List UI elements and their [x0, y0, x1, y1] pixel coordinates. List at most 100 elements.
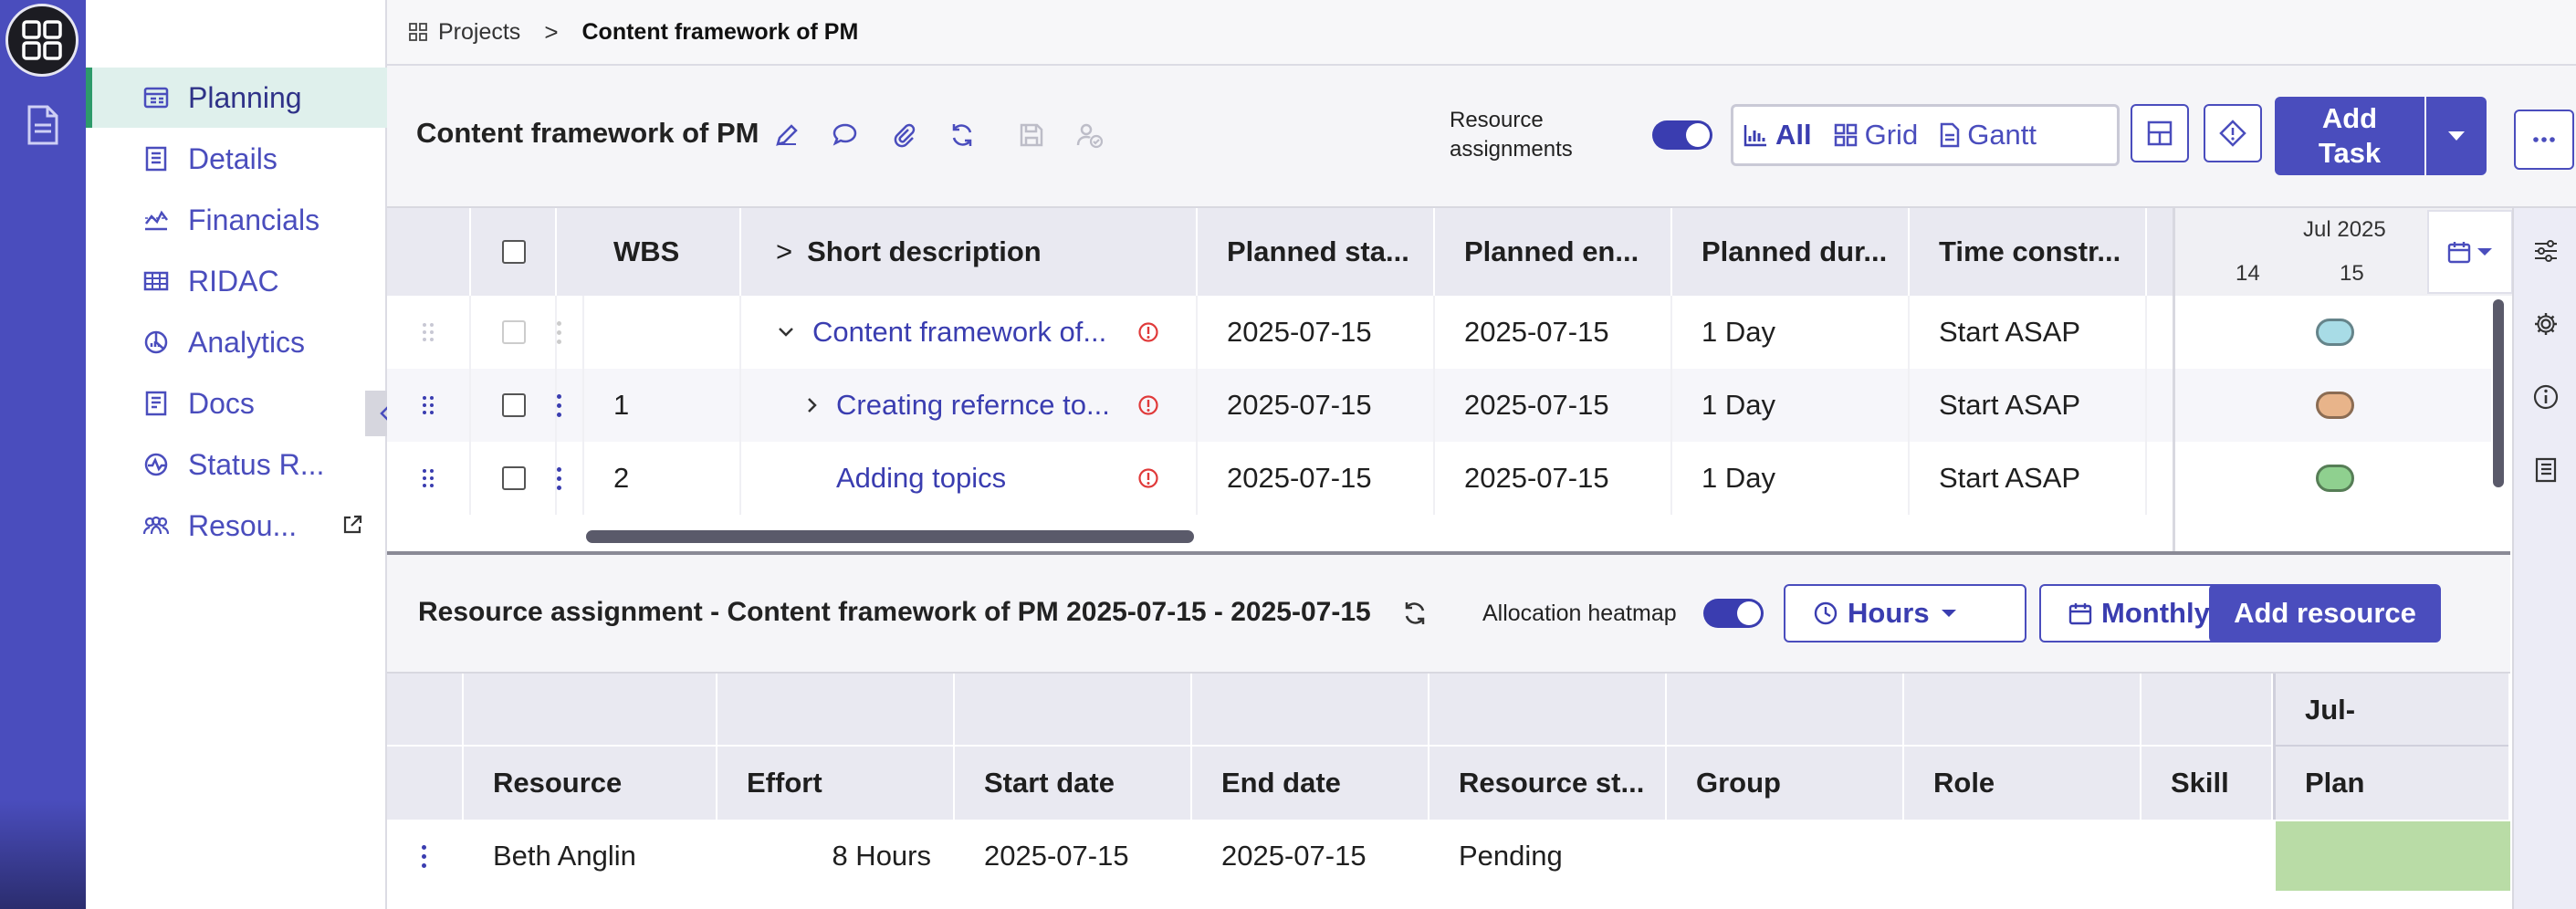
- cell-time-constraint[interactable]: Start ASAP: [1910, 442, 2147, 515]
- column-header-role[interactable]: Role: [1904, 674, 2141, 820]
- cell-group[interactable]: [1667, 820, 1904, 893]
- column-header-start-date[interactable]: Start date: [955, 674, 1192, 820]
- view-all-option[interactable]: All: [1743, 119, 1812, 152]
- assign-user-button[interactable]: [1072, 117, 1108, 153]
- cell-resource[interactable]: Beth Anglin: [464, 820, 717, 893]
- column-header-planned-duration[interactable]: Planned dur...: [1672, 208, 1910, 296]
- cell-end-date[interactable]: 2025-07-15: [1192, 820, 1429, 893]
- column-header-time-constraint[interactable]: Time constr...: [1910, 208, 2147, 296]
- units-dropdown[interactable]: Hours: [1784, 584, 2026, 643]
- cell-planned-start[interactable]: 2025-07-15: [1198, 442, 1435, 515]
- cell-time-constraint[interactable]: Start ASAP: [1910, 369, 2147, 442]
- cell-planned-duration[interactable]: 1 Day: [1672, 442, 1910, 515]
- add-task-button[interactable]: Add Task: [2275, 97, 2424, 175]
- table-row[interactable]: Content framework of... 2025-07-15 2025-…: [387, 296, 2173, 369]
- cell-planned-start[interactable]: 2025-07-15: [1198, 369, 1435, 442]
- chevron-down-icon[interactable]: [778, 327, 794, 338]
- info-button[interactable]: [2530, 381, 2561, 413]
- cell-planned-start[interactable]: 2025-07-15: [1198, 296, 1435, 369]
- nav-item-ridac[interactable]: RIDAC: [86, 251, 387, 311]
- cell-effort[interactable]: 8 Hours: [717, 820, 955, 893]
- view-gantt-option[interactable]: Gantt: [1940, 119, 2037, 152]
- cell-start-date[interactable]: 2025-07-15: [955, 820, 1192, 893]
- save-button[interactable]: [1013, 117, 1050, 153]
- table-row[interactable]: 2 Adding topics 2025-07-15 2025-07-15 1 …: [387, 442, 2173, 515]
- cell-resource-status[interactable]: Pending: [1429, 820, 1667, 893]
- nav-item-planning[interactable]: Planning: [86, 68, 387, 128]
- allocation-heatmap-toggle[interactable]: [1703, 599, 1764, 628]
- cell-short-description[interactable]: Content framework of...: [741, 296, 1198, 369]
- external-link-icon[interactable]: [341, 514, 363, 536]
- row-checkbox[interactable]: [502, 393, 526, 417]
- column-header-skill[interactable]: Skill: [2141, 674, 2273, 820]
- cell-time-constraint[interactable]: Start ASAP: [1910, 296, 2147, 369]
- column-header-planned-end[interactable]: Planned en...: [1435, 208, 1672, 296]
- task-name-link[interactable]: Adding topics: [836, 462, 1123, 495]
- row-menu[interactable]: [557, 442, 584, 515]
- more-options-button[interactable]: [2514, 110, 2574, 170]
- column-header-group[interactable]: Group: [1667, 674, 1904, 820]
- resource-row-menu[interactable]: [387, 820, 464, 893]
- cell-skill[interactable]: [2141, 820, 2273, 893]
- cell-role[interactable]: [1904, 820, 2141, 893]
- column-header-end-date[interactable]: End date: [1192, 674, 1429, 820]
- gantt-task-bar[interactable]: [2316, 392, 2354, 419]
- documents-rail-button[interactable]: [22, 104, 64, 146]
- column-header-resource[interactable]: Resource: [464, 674, 717, 820]
- vertical-scrollbar[interactable]: [2493, 299, 2504, 487]
- column-header-resource-status[interactable]: Resource st...: [1429, 674, 1667, 820]
- filter-settings-button[interactable]: [2530, 235, 2561, 266]
- row-menu[interactable]: [557, 296, 584, 369]
- task-name-link[interactable]: Creating refernce to...: [836, 389, 1123, 422]
- row-menu[interactable]: [557, 369, 584, 442]
- gantt-date-picker-button[interactable]: [2427, 210, 2513, 294]
- drag-handle[interactable]: [387, 442, 471, 515]
- cell-short-description[interactable]: Creating refernce to...: [741, 369, 1198, 442]
- column-header-short-description[interactable]: > Short description: [741, 208, 1198, 296]
- table-row[interactable]: 1 Creating refernce to... 2025-07-15 202…: [387, 369, 2173, 442]
- nav-item-analytics[interactable]: Analytics: [86, 312, 387, 372]
- resource-assignments-toggle[interactable]: [1652, 120, 1712, 150]
- cell-planned-end[interactable]: 2025-07-15: [1435, 296, 1672, 369]
- row-checkbox[interactable]: [502, 320, 526, 344]
- nav-item-resources[interactable]: Resou...: [86, 496, 387, 556]
- expand-all-icon[interactable]: >: [776, 235, 792, 268]
- nav-item-docs[interactable]: Docs: [86, 373, 387, 434]
- cell-planned-duration[interactable]: 1 Day: [1672, 369, 1910, 442]
- select-all-checkbox[interactable]: [502, 240, 526, 264]
- cell-short-description[interactable]: Adding topics: [741, 442, 1198, 515]
- task-name-link[interactable]: Content framework of...: [812, 316, 1123, 349]
- refresh-button[interactable]: [944, 117, 980, 153]
- add-task-dropdown-button[interactable]: [2426, 97, 2487, 175]
- gantt-task-bar[interactable]: [2316, 319, 2354, 346]
- drag-handle[interactable]: [387, 296, 471, 369]
- add-resource-button[interactable]: Add resource: [2209, 584, 2441, 643]
- breadcrumb-projects-link[interactable]: Projects: [409, 19, 520, 46]
- attachments-button[interactable]: [885, 117, 922, 153]
- cell-timeline-heat[interactable]: [2276, 821, 2510, 891]
- nav-item-financials[interactable]: Financials: [86, 190, 387, 250]
- row-checkbox[interactable]: [502, 466, 526, 490]
- horizontal-scrollbar[interactable]: [586, 530, 1194, 543]
- resource-refresh-button[interactable]: [1397, 595, 1433, 632]
- cell-planned-end[interactable]: 2025-07-15: [1435, 369, 1672, 442]
- nav-item-details[interactable]: Details: [86, 129, 387, 189]
- settings-button[interactable]: [2530, 308, 2561, 340]
- view-grid-option[interactable]: Grid: [1834, 119, 1918, 152]
- drag-handle[interactable]: [387, 369, 471, 442]
- cell-planned-end[interactable]: 2025-07-15: [1435, 442, 1672, 515]
- column-header-effort[interactable]: Effort: [717, 674, 955, 820]
- cell-planned-duration[interactable]: 1 Day: [1672, 296, 1910, 369]
- column-header-wbs[interactable]: WBS: [584, 208, 741, 296]
- comments-button[interactable]: [827, 117, 864, 153]
- column-header-timeline[interactable]: Jul- Plan: [2273, 674, 2510, 820]
- app-launcher-button[interactable]: [5, 4, 79, 77]
- column-header-planned-start[interactable]: Planned sta...: [1198, 208, 1435, 296]
- nav-item-status-report[interactable]: Status R...: [86, 434, 387, 495]
- milestone-button[interactable]: [2204, 104, 2262, 162]
- gantt-task-bar[interactable]: [2316, 465, 2354, 492]
- chevron-right-icon[interactable]: [807, 397, 818, 413]
- layout-button[interactable]: [2131, 104, 2189, 162]
- edit-button[interactable]: [769, 117, 805, 153]
- notes-button[interactable]: [2530, 454, 2561, 486]
